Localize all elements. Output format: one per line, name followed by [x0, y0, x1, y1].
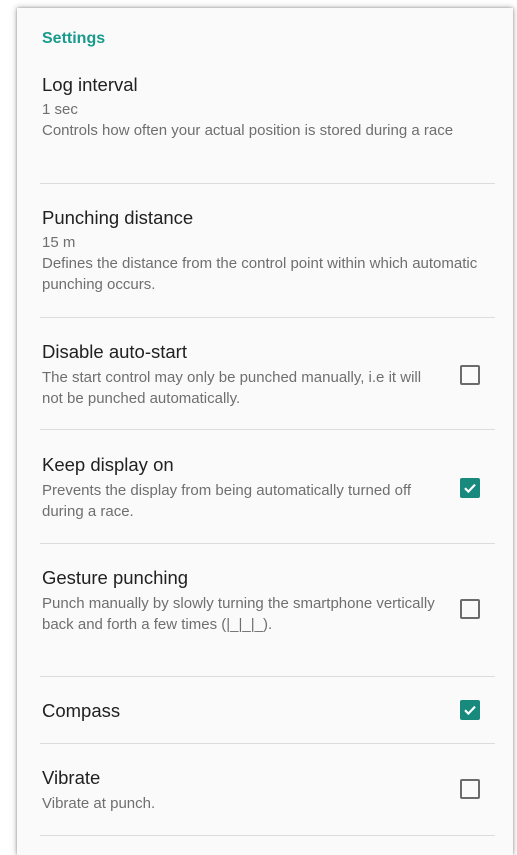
pref-title: Keep display on [42, 454, 174, 475]
pref-title: Compass [42, 700, 121, 721]
divider [40, 835, 495, 836]
vibrate-checkbox[interactable] [460, 779, 480, 799]
settings-screen: Settings Log interval 1 sec Controls how… [17, 8, 513, 855]
gesture-punching-checkbox[interactable] [460, 599, 480, 619]
pref-summary: The start control may only be punched ma… [42, 369, 422, 407]
pref-value: 1 sec [42, 101, 78, 118]
pref-summary: Defines the distance from the control po… [42, 255, 478, 293]
pref-punching-distance[interactable]: Punching distance 15 m Defines the dista… [17, 207, 513, 295]
section-title: Settings [42, 30, 106, 47]
pref-text: Vibrate Vibrate at punch. [42, 767, 442, 814]
keep-display-on-checkbox[interactable] [460, 478, 480, 498]
pref-text: Disable auto-start The start control may… [42, 341, 442, 409]
divider [40, 676, 495, 677]
pref-title: Log interval [42, 74, 138, 95]
pref-keep-display-on[interactable]: Keep display on Prevents the display fro… [17, 454, 513, 522]
pref-summary: Controls how often your actual position … [42, 122, 454, 139]
check-icon [464, 483, 476, 494]
pref-value: 15 m [42, 234, 76, 251]
divider [40, 429, 495, 430]
pref-title: Vibrate [42, 767, 101, 788]
pref-log-interval[interactable]: Log interval 1 sec Controls how often yo… [17, 74, 513, 141]
compass-checkbox[interactable] [460, 700, 480, 720]
pref-compass[interactable]: Compass [17, 700, 513, 722]
divider [40, 543, 495, 544]
pref-text: Compass [42, 700, 442, 722]
pref-gesture-punching[interactable]: Gesture punching Punch manually by slowl… [17, 567, 513, 635]
pref-summary: Prevents the display from being automati… [42, 482, 412, 520]
divider [40, 183, 495, 184]
divider [40, 743, 495, 744]
pref-title: Gesture punching [42, 567, 189, 588]
pref-summary: Vibrate at punch. [42, 795, 156, 812]
check-icon [464, 705, 476, 716]
pref-title: Disable auto-start [42, 341, 187, 362]
pref-vibrate[interactable]: Vibrate Vibrate at punch. [17, 767, 513, 814]
disable-auto-start-checkbox[interactable] [460, 365, 480, 385]
pref-disable-auto-start[interactable]: Disable auto-start The start control may… [17, 341, 513, 409]
pref-title: Punching distance [42, 207, 194, 228]
divider [40, 317, 495, 318]
pref-summary: Punch manually by slowly turning the sma… [42, 595, 435, 633]
pref-text: Gesture punching Punch manually by slowl… [42, 567, 442, 635]
pref-text: Keep display on Prevents the display fro… [42, 454, 442, 522]
